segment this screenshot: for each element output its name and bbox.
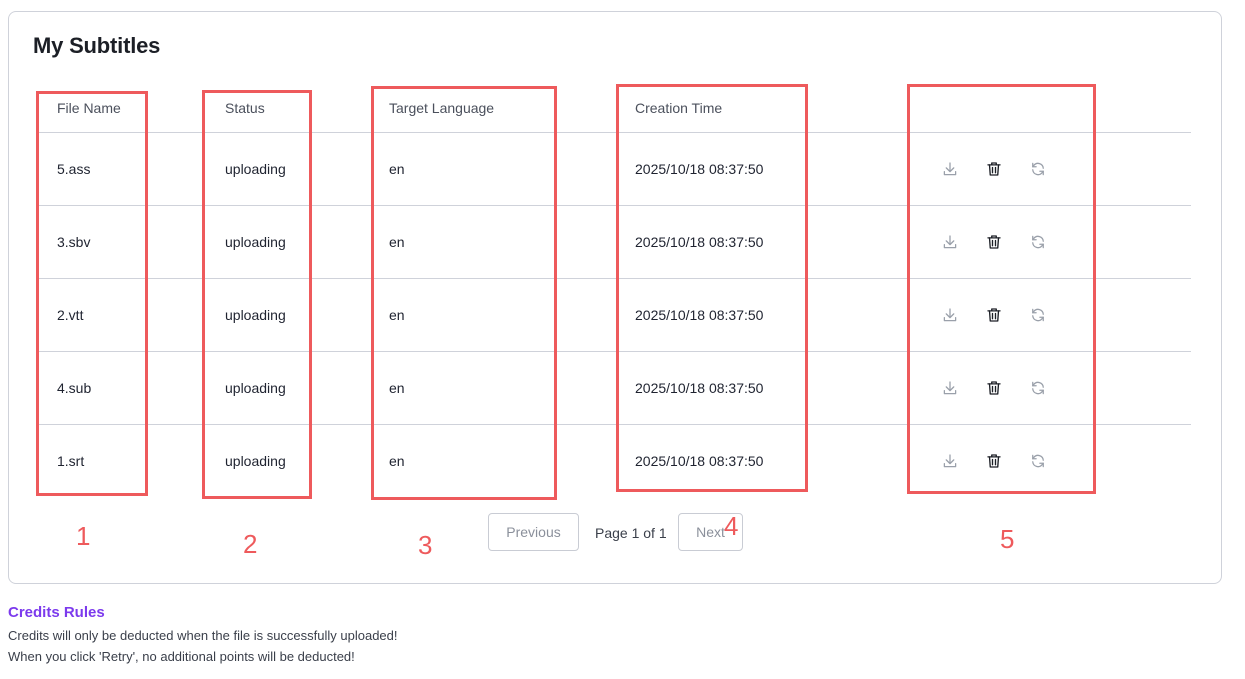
annotation-box-status (202, 90, 312, 499)
annotation-number-2: 2 (243, 529, 258, 559)
annotation-number-1: 1 (76, 521, 91, 551)
annotation-box-target-language (371, 86, 557, 500)
annotation-number-3: 3 (418, 530, 433, 560)
annotation-number-5: 5 (1000, 524, 1015, 554)
annotation-number-4: 4 (724, 511, 739, 541)
page-title: My Subtitles (33, 33, 161, 58)
credits-rule-line: Credits will only be deducted when the f… (8, 628, 398, 643)
annotation-box-creation-time (616, 84, 808, 492)
credits-rules-title: Credits Rules (8, 604, 105, 621)
annotation-box-actions (907, 84, 1096, 494)
previous-button[interactable]: Previous (488, 513, 579, 551)
annotation-box-file-name (36, 91, 148, 496)
credits-rule-line: When you click 'Retry', no additional po… (8, 649, 355, 664)
page-info: Page 1 of 1 (595, 525, 667, 541)
